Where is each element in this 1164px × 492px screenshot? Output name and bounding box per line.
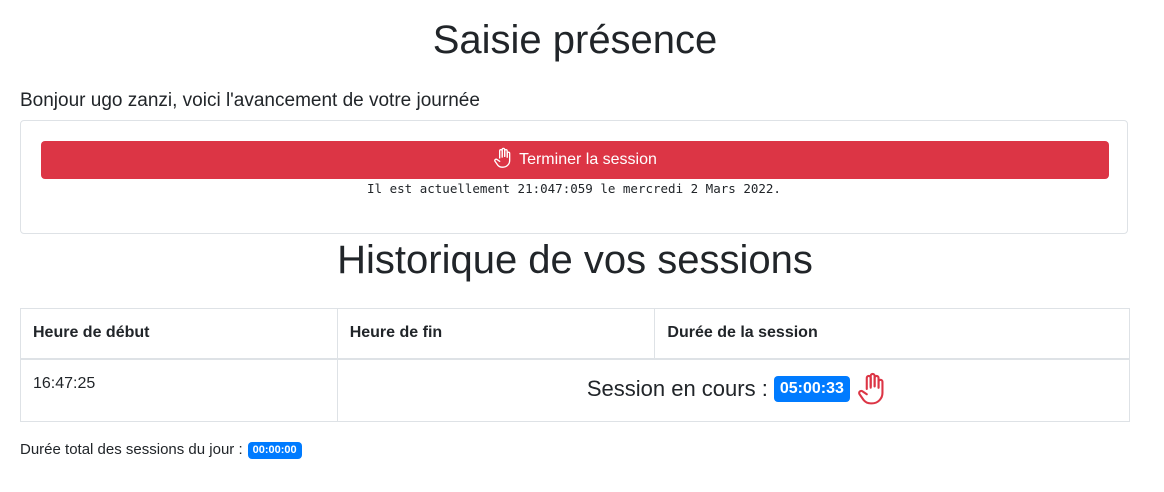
start-time-cell: 16:47:25 xyxy=(20,358,338,422)
column-header-end: Heure de fin xyxy=(336,308,656,360)
end-session-label: Terminer la session xyxy=(519,151,657,168)
column-header-duration: Durée de la session xyxy=(654,308,1130,360)
table-row: 16:47:25 Session en cours : 05:00:33 xyxy=(20,358,1131,422)
total-duration-badge: 00:00:00 xyxy=(247,441,302,459)
greeting-text: Bonjour ugo zanzi, voici l'avancement de… xyxy=(20,90,480,111)
session-card: Terminer la session Il est actuellement … xyxy=(20,120,1128,234)
current-session-cell: Session en cours : 05:00:33 xyxy=(336,358,1131,422)
history-table: Heure de début Heure de fin Durée de la … xyxy=(20,308,1131,422)
page-title: Saisie présence xyxy=(432,18,718,62)
total-duration-label: Durée total des sessions du jour : xyxy=(20,441,243,458)
hand-stop-icon[interactable] xyxy=(856,372,888,406)
history-title: Historique de vos sessions xyxy=(337,238,813,282)
session-duration-badge: 05:00:33 xyxy=(773,375,850,402)
column-header-start: Heure de début xyxy=(20,308,338,360)
current-time-text: Il est actuellement 21:047:059 le mercre… xyxy=(367,181,781,196)
session-status-label: Session en cours : xyxy=(586,375,768,401)
table-header-row: Heure de début Heure de fin Durée de la … xyxy=(20,308,1130,360)
end-session-button[interactable]: Terminer la session xyxy=(41,141,1109,179)
hand-stop-icon xyxy=(493,147,513,174)
total-duration-line: Durée total des sessions du jour : 00:00… xyxy=(20,440,302,460)
